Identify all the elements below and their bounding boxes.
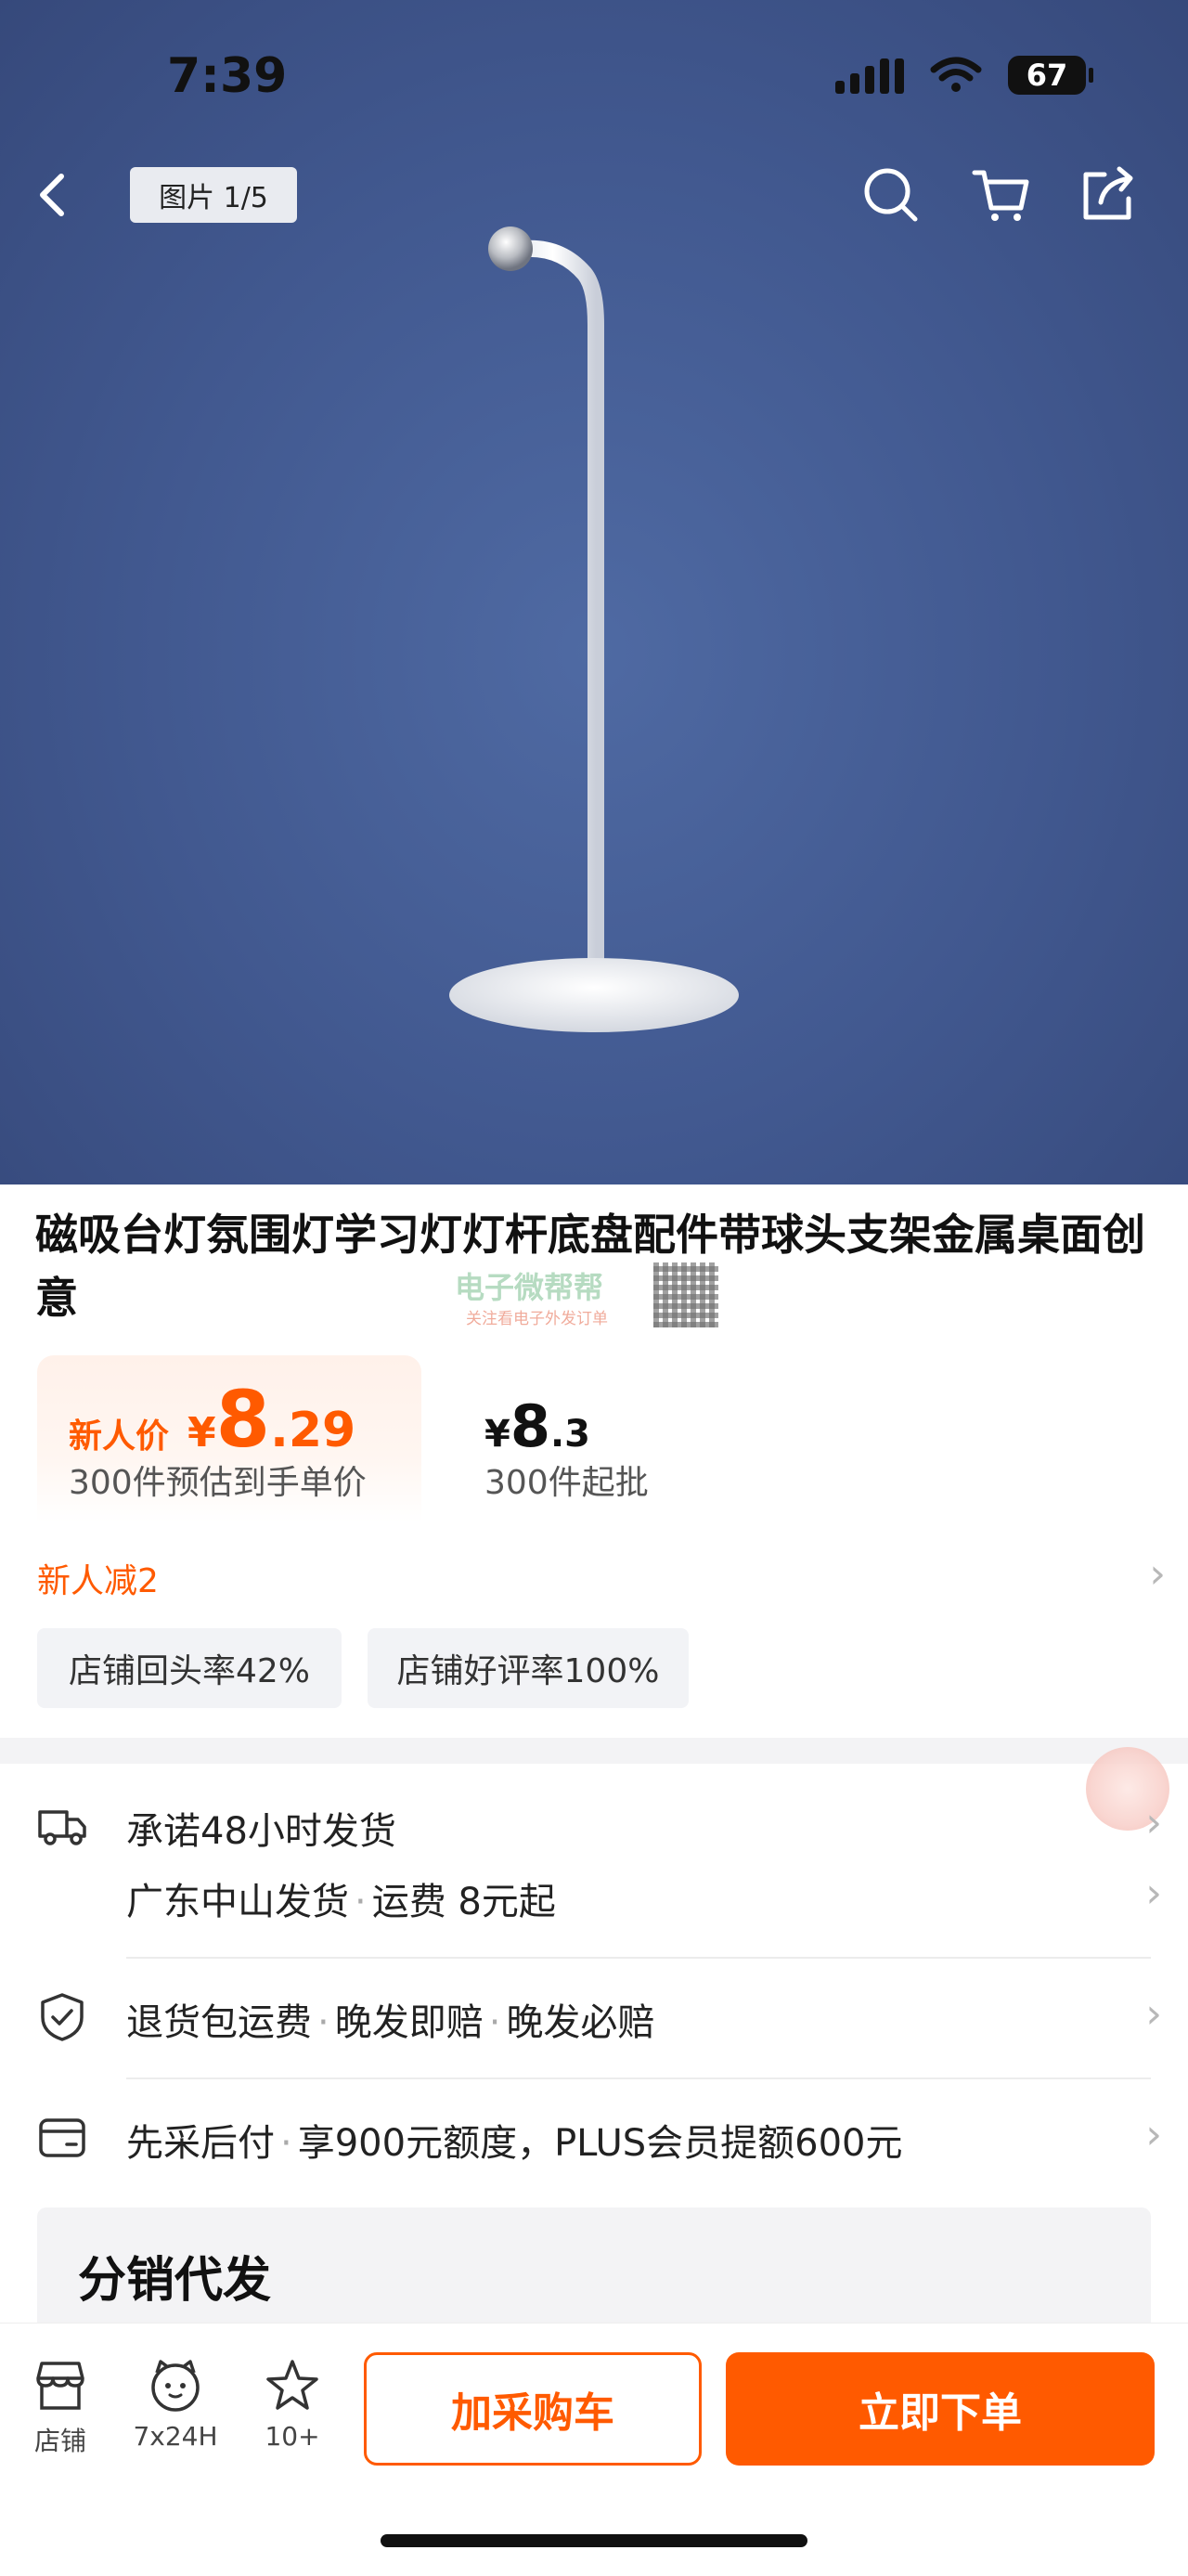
repurchase-rate-badge: 店铺回头率42% [37, 1628, 342, 1708]
battery-icon: 67 [1008, 56, 1093, 95]
watermark-text: 电子微帮帮 [455, 1270, 604, 1305]
standard-price: ¥8.3 [484, 1392, 591, 1460]
pay-later: 先采后付 · 享900元额度，PLUS会员提额600元 [126, 2122, 903, 2165]
section-divider [0, 1738, 1188, 1764]
return-policy: 退货包运费 · 晚发即赔 · 晚发必赔 [126, 2001, 655, 2044]
tab-customer-service[interactable]: 7x24H [124, 2356, 226, 2452]
cart-icon[interactable] [969, 163, 1032, 227]
search-icon[interactable] [859, 163, 923, 227]
delivery-truck-icon [38, 1810, 86, 1845]
image-counter: 图片 1/5 [130, 167, 297, 223]
share-icon[interactable] [1077, 163, 1140, 227]
tab-customer-service-label: 7x24H [133, 2421, 218, 2452]
star-icon [266, 2360, 318, 2410]
status-icons: 67 [835, 56, 1093, 95]
back-icon[interactable] [26, 167, 82, 223]
newcomer-discount[interactable]: 新人减2 [37, 1554, 159, 1602]
chevron-right-icon[interactable]: › [1149, 1550, 1166, 1598]
store-icon [36, 2362, 84, 2410]
home-indicator [381, 2534, 807, 2547]
chevron-right-icon[interactable]: › [1145, 1799, 1162, 1846]
shield-check-icon [41, 1993, 84, 2041]
chevron-right-icon[interactable]: › [1145, 1870, 1162, 1917]
newcomer-price-label: 新人价 [69, 1417, 170, 1456]
tab-store[interactable]: 店铺 [9, 2356, 111, 2458]
status-time: 7:39 [167, 48, 288, 104]
positive-rating-badge: 店铺好评率100% [368, 1628, 689, 1708]
watermark-subtext: 关注看电子外发订单 [466, 1310, 608, 1328]
signal-icon [835, 57, 904, 94]
buy-now-button[interactable]: 立即下单 [726, 2352, 1155, 2466]
tab-store-label: 店铺 [33, 2426, 86, 2456]
lamp-stand-image [449, 227, 739, 1032]
wifi-icon [930, 57, 982, 92]
divider [126, 2078, 1151, 2079]
shipping-promise: 承诺48小时发货 [126, 1810, 396, 1853]
chevron-right-icon[interactable]: › [1145, 2111, 1162, 2158]
standard-price-note: 300件起批 [484, 1464, 649, 1502]
tab-favorites[interactable]: 10+ [241, 2356, 343, 2452]
wallet-icon [39, 2118, 85, 2157]
newcomer-price: ¥8.29 [187, 1374, 356, 1465]
resale-title: 分销代发 [78, 2253, 272, 2309]
add-to-cart-button[interactable]: 加采购车 [364, 2352, 702, 2466]
divider [126, 1957, 1151, 1959]
tab-favorites-label: 10+ [265, 2421, 320, 2452]
chevron-right-icon[interactable]: › [1145, 1990, 1162, 2038]
qr-code-icon [653, 1262, 718, 1327]
watermark: 电子微帮帮 关注看电子外发订单 [455, 1262, 733, 1328]
customer-service-icon [151, 2360, 200, 2412]
newcomer-price-note: 300件预估到手单价 [69, 1464, 367, 1502]
shipping-origin: 广东中山发货 · 运费 8元起 [126, 1881, 556, 1923]
